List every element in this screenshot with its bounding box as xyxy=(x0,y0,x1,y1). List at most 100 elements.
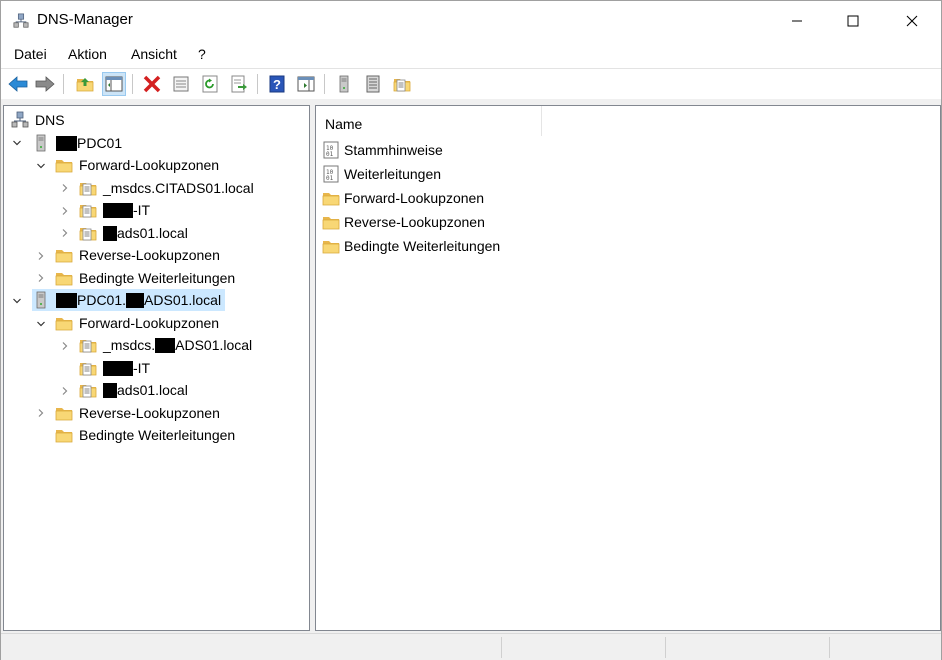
chevron-right-icon[interactable] xyxy=(60,228,70,238)
folder-icon xyxy=(55,314,73,332)
status-segment xyxy=(501,637,665,658)
tree-item-label: Reverse-Lookupzonen xyxy=(79,405,220,421)
chevron-down-icon[interactable] xyxy=(12,138,22,148)
tree-item-server-2[interactable]: PDC01. ADS01.local xyxy=(32,289,226,311)
tree-item-zone-msdcs-2[interactable]: _msdcs. ADS01.local xyxy=(79,334,252,356)
menu-datei[interactable]: Datei xyxy=(14,46,47,62)
tree-item-reverse-lookup-2[interactable]: Reverse-Lookupzonen xyxy=(55,402,220,424)
properties-icon xyxy=(173,76,189,92)
folder-icon xyxy=(55,156,73,174)
tree-item-forward-lookup-1[interactable]: Forward-Lookupzonen xyxy=(55,154,219,176)
tree-item-label: Forward-Lookupzonen xyxy=(79,157,220,173)
chevron-right-icon[interactable] xyxy=(60,206,70,216)
list-item-label: Bedingte Weiterleitungen xyxy=(344,237,501,254)
zone-icon xyxy=(79,201,97,219)
list-view-button[interactable] xyxy=(361,72,385,96)
tree-item-label: ADS01.local xyxy=(175,337,253,353)
tree-item-zone-ads-2[interactable]: ads01.local xyxy=(79,379,188,401)
column-header-name[interactable]: Name xyxy=(316,106,542,136)
menu-help[interactable]: ? xyxy=(198,46,206,62)
maximize-button[interactable] xyxy=(830,1,876,40)
new-zone-button[interactable] xyxy=(390,72,414,96)
folder-icon xyxy=(322,237,340,255)
properties-button[interactable] xyxy=(169,72,193,96)
tree-item-conditional-1[interactable]: Bedingte Weiterleitungen xyxy=(55,267,235,289)
tree-item-dns-root[interactable]: DNS xyxy=(11,109,65,131)
folder-icon xyxy=(55,404,73,422)
export-list-button[interactable] xyxy=(227,72,251,96)
up-level-button[interactable] xyxy=(73,72,97,96)
forward-button[interactable] xyxy=(33,72,57,96)
window-title: DNS-Manager xyxy=(37,11,133,28)
tree-item-conditional-2[interactable]: Bedingte Weiterleitungen xyxy=(55,424,235,446)
list-item-forward-lookup[interactable]: Forward-Lookupzonen xyxy=(322,186,484,209)
chevron-down-icon[interactable] xyxy=(36,161,46,171)
tree-pane[interactable]: DNS PDC01 Forward-Lookupzonen _msdcs.CIT… xyxy=(3,105,310,631)
minimize-button[interactable] xyxy=(774,1,820,40)
list-item-forwarders[interactable]: Weiterleitungen xyxy=(322,162,441,185)
back-button[interactable] xyxy=(6,72,30,96)
chevron-right-icon[interactable] xyxy=(60,341,70,351)
tree-item-label: -IT xyxy=(133,360,151,376)
zone-icon xyxy=(79,336,97,354)
chevron-right-icon[interactable] xyxy=(60,386,70,396)
chevron-down-icon[interactable] xyxy=(12,296,22,306)
tree-item-zone-msdcs-1[interactable]: _msdcs.CITADS01.local xyxy=(79,177,254,199)
chevron-right-icon[interactable] xyxy=(36,251,46,261)
action-pane-button[interactable] xyxy=(294,72,318,96)
list-item-label: Reverse-Lookupzonen xyxy=(344,213,485,230)
redacted-text xyxy=(56,292,77,308)
redacted-text xyxy=(56,135,77,151)
toolbar-separator xyxy=(257,74,258,94)
toolbar-separator xyxy=(63,74,64,94)
list-pane[interactable]: Name Stammhinweise Weiterleitungen Forwa… xyxy=(315,105,941,631)
chevron-right-icon[interactable] xyxy=(60,183,70,193)
dns-root-icon xyxy=(11,111,29,129)
svg-text:?: ? xyxy=(273,77,281,92)
tree-item-label: Forward-Lookupzonen xyxy=(79,315,220,331)
forwarders-icon xyxy=(322,165,340,183)
refresh-icon xyxy=(202,75,218,93)
tree-item-zone-it-1[interactable]: -IT xyxy=(79,199,150,221)
toolbar: ? xyxy=(1,69,941,99)
chevron-right-icon[interactable] xyxy=(36,408,46,418)
folder-icon xyxy=(55,426,73,444)
help-button[interactable]: ? xyxy=(265,72,289,96)
menu-ansicht[interactable]: Ansicht xyxy=(131,46,177,62)
folder-icon xyxy=(322,189,340,207)
close-icon xyxy=(906,15,918,26)
refresh-button[interactable] xyxy=(198,72,222,96)
delete-button[interactable] xyxy=(140,72,164,96)
tree-item-forward-lookup-2[interactable]: Forward-Lookupzonen xyxy=(55,312,219,334)
close-button[interactable] xyxy=(889,1,935,40)
folder-icon xyxy=(55,269,73,287)
tree-item-label: _msdcs.CITADS01.local xyxy=(103,180,254,196)
tree-item-reverse-lookup-1[interactable]: Reverse-Lookupzonen xyxy=(55,244,220,266)
delete-icon xyxy=(143,75,161,93)
list-icon xyxy=(366,75,380,93)
dns-manager-window: DNS-Manager Datei Aktion Ansicht ? ? DNS… xyxy=(0,0,942,660)
show-hide-tree-icon xyxy=(105,76,123,92)
list-item-reverse-lookup[interactable]: Reverse-Lookupzonen xyxy=(322,210,485,233)
tree-item-zone-ads-1[interactable]: ads01.local xyxy=(79,222,188,244)
server-icon xyxy=(32,291,50,309)
title-bar[interactable]: DNS-Manager xyxy=(1,1,941,40)
show-hide-tree-button[interactable] xyxy=(102,72,126,96)
tree-item-label: -IT xyxy=(133,202,151,218)
tree-item-label: ADS01.local xyxy=(144,292,222,308)
chevron-down-icon[interactable] xyxy=(36,319,46,329)
menu-aktion[interactable]: Aktion xyxy=(68,46,107,62)
zone-icon xyxy=(79,359,97,377)
tree-item-label: ads01.local xyxy=(117,225,188,241)
list-item-label: Weiterleitungen xyxy=(344,165,442,182)
dns-app-icon xyxy=(13,11,29,31)
server-button[interactable] xyxy=(332,72,356,96)
column-header-label: Name xyxy=(325,116,363,132)
list-item-conditional-forwarders[interactable]: Bedingte Weiterleitungen xyxy=(322,234,500,257)
chevron-right-icon[interactable] xyxy=(36,273,46,283)
maximize-icon xyxy=(847,15,859,26)
list-item-root-hints[interactable]: Stammhinweise xyxy=(322,138,443,161)
tree-item-zone-it-2[interactable]: -IT xyxy=(79,357,150,379)
tree-item-server-1[interactable]: PDC01 xyxy=(32,132,122,154)
toolbar-separator xyxy=(132,74,133,94)
